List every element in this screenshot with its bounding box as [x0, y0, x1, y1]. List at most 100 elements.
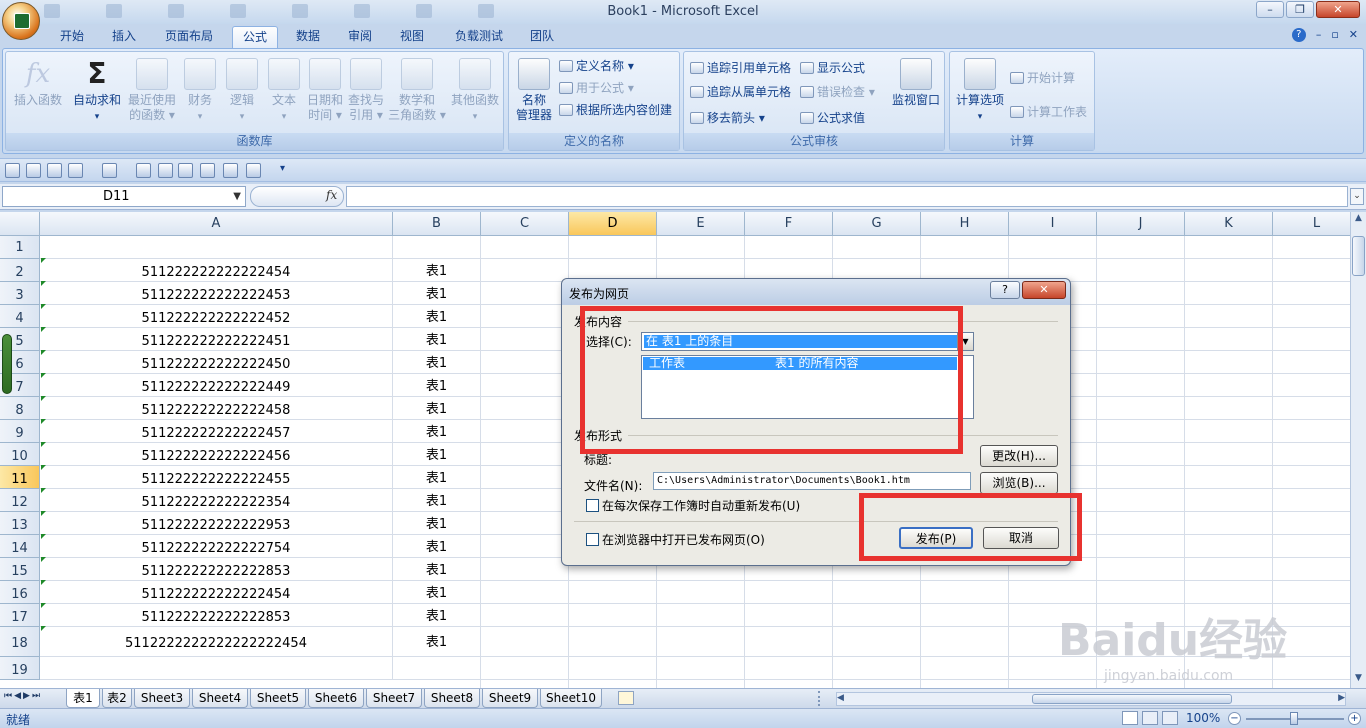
name-manager-button[interactable]: 名称 管理器 — [511, 56, 557, 123]
datetime-button[interactable]: 日期和 时间 ▾ — [306, 56, 344, 123]
row-header[interactable]: 16 — [0, 581, 40, 604]
cell-b[interactable]: 表1 — [393, 328, 481, 351]
cell-a[interactable]: 511222222222222456 — [40, 443, 393, 466]
cell-b[interactable]: 表1 — [393, 604, 481, 627]
sheet-tab[interactable]: 表2 — [102, 689, 132, 708]
office-button[interactable] — [2, 2, 40, 40]
watch-window-button[interactable]: 监视窗口 — [890, 56, 942, 108]
dialog-help-button[interactable]: ? — [990, 281, 1020, 299]
column-header-i[interactable]: I — [1009, 212, 1097, 236]
cell-b[interactable]: 表1 — [393, 535, 481, 558]
cell-a[interactable]: 511222222222222354 — [40, 489, 393, 512]
save-icon[interactable] — [5, 163, 20, 178]
column-header-g[interactable]: G — [833, 212, 921, 236]
cell-b[interactable]: 表1 — [393, 420, 481, 443]
evaluate-formula-button[interactable]: 公式求值 — [800, 110, 865, 126]
cell-b[interactable]: 表1 — [393, 627, 481, 657]
open-icon[interactable] — [26, 163, 41, 178]
tab-view[interactable]: 视图 — [392, 26, 432, 48]
column-header-f[interactable]: F — [745, 212, 833, 236]
sheet-tab[interactable]: Sheet7 — [366, 689, 422, 708]
tab-page-layout[interactable]: 页面布局 — [156, 26, 222, 48]
sheet-tab[interactable]: Sheet6 — [308, 689, 364, 708]
filename-input[interactable]: C:\Users\Administrator\Documents\Book1.h… — [653, 472, 971, 490]
cell-b[interactable]: 表1 — [393, 259, 481, 282]
cell-b[interactable]: 表1 — [393, 581, 481, 604]
create-from-selection-button[interactable]: 根据所选内容创建 — [559, 102, 672, 118]
page-break-view-icon[interactable] — [1162, 711, 1178, 725]
column-header-e[interactable]: E — [657, 212, 745, 236]
normal-view-icon[interactable] — [1122, 711, 1138, 725]
sheet-tab[interactable]: 表1 — [66, 689, 100, 708]
cell-b[interactable]: 表1 — [393, 397, 481, 420]
column-header-j[interactable]: J — [1097, 212, 1185, 236]
cell-b[interactable]: 表1 — [393, 512, 481, 535]
name-box[interactable]: D11 ▼ — [2, 186, 246, 207]
row-header[interactable]: 11 — [0, 466, 40, 489]
row-header[interactable]: 2 — [0, 259, 40, 282]
print-preview-icon[interactable] — [47, 163, 62, 178]
scroll-right-icon[interactable]: ▶ — [1338, 693, 1345, 703]
rows-icon[interactable] — [178, 163, 193, 178]
cell-b[interactable]: 表1 — [393, 305, 481, 328]
sheet-tab[interactable]: Sheet3 — [134, 689, 190, 708]
logical-button[interactable]: 逻辑 ▾ — [222, 56, 262, 125]
use-in-formula-button[interactable]: 用于公式 ▾ — [559, 80, 634, 96]
column-header-d[interactable]: D — [569, 212, 657, 236]
close-button[interactable]: ✕ — [1316, 1, 1360, 18]
tab-split-handle[interactable] — [818, 691, 824, 706]
cell-a[interactable]: 511222222222222454 — [40, 259, 393, 282]
calc-now-button[interactable]: 开始计算 — [1010, 70, 1075, 86]
row-header[interactable]: 13 — [0, 512, 40, 535]
cell-b[interactable]: 表1 — [393, 351, 481, 374]
more-functions-button[interactable]: 其他函数 ▾ — [448, 56, 502, 125]
horizontal-scroll-thumb[interactable] — [1032, 694, 1232, 704]
zoom-level[interactable]: 100% — [1186, 711, 1220, 725]
maximize-button[interactable]: ❐ — [1286, 1, 1314, 18]
grid-icon[interactable] — [158, 163, 173, 178]
browse-button[interactable]: 浏览(B)... — [980, 472, 1058, 494]
cell-b[interactable]: 表1 — [393, 466, 481, 489]
page-layout-view-icon[interactable] — [1142, 711, 1158, 725]
insert-function-button[interactable]: fx 插入函数 — [10, 56, 66, 108]
customize-toolbar-icon[interactable]: ▾ — [280, 163, 285, 174]
row-header[interactable]: 14 — [0, 535, 40, 558]
zoom-in-icon[interactable]: + — [1348, 712, 1361, 725]
cell-b[interactable] — [393, 236, 481, 259]
cell-a[interactable]: 511222222222222451 — [40, 328, 393, 351]
cell-a[interactable]: 5112222222222222222454 — [40, 627, 393, 657]
financial-button[interactable]: 财务 ▾ — [180, 56, 220, 125]
cell-b[interactable]: 表1 — [393, 558, 481, 581]
insert-function-fx-icon[interactable]: fx — [326, 188, 337, 202]
row-header[interactable]: 3 — [0, 282, 40, 305]
format-painter-icon[interactable] — [102, 163, 117, 178]
calc-sheet-button[interactable]: 计算工作表 — [1010, 104, 1087, 120]
filter-icon[interactable] — [223, 163, 238, 178]
row-header[interactable]: 9 — [0, 420, 40, 443]
column-header-l[interactable]: L — [1273, 212, 1350, 236]
ribbon-restore-icon[interactable]: ▫ — [1331, 28, 1338, 42]
zoom-slider-thumb[interactable] — [1290, 712, 1298, 725]
ribbon-close-icon[interactable]: ✕ — [1349, 28, 1358, 42]
vertical-scroll-thumb[interactable] — [1352, 236, 1365, 276]
fx-toolbar-icon[interactable] — [136, 163, 151, 178]
row-header[interactable]: 4 — [0, 305, 40, 328]
tab-team[interactable]: 团队 — [522, 26, 562, 48]
cell-a[interactable]: 511222222222222853 — [40, 558, 393, 581]
tab-load-test[interactable]: 负载测试 — [446, 26, 512, 48]
cell-b[interactable] — [393, 657, 481, 680]
row-header[interactable]: 19 — [0, 657, 40, 680]
open-in-browser-checkbox[interactable] — [586, 533, 599, 546]
cell-a[interactable]: 511222222222222953 — [40, 512, 393, 535]
zoom-out-icon[interactable]: − — [1228, 712, 1241, 725]
tab-insert[interactable]: 插入 — [104, 26, 144, 48]
change-title-button[interactable]: 更改(H)... — [980, 445, 1058, 467]
sheet-nav-arrows-icon[interactable]: ⏮◀▶⏭ — [4, 691, 42, 701]
insert-sheet-icon[interactable] — [618, 691, 634, 705]
clear-filter-icon[interactable] — [246, 163, 261, 178]
cell-a[interactable]: 511222222222222458 — [40, 397, 393, 420]
cell-a[interactable]: 511222222222222455 — [40, 466, 393, 489]
help-icon[interactable]: ? — [1291, 28, 1306, 42]
cell-a[interactable] — [40, 657, 393, 680]
cell-a[interactable]: 511222222222222449 — [40, 374, 393, 397]
